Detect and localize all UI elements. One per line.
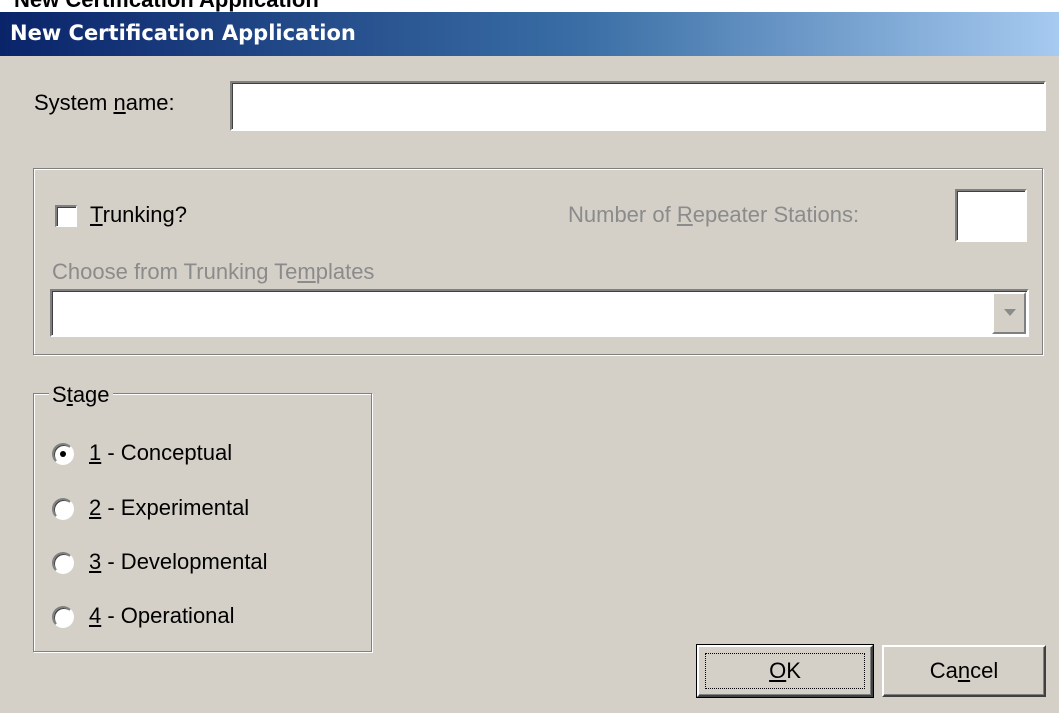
trunking-templates-label: Choose from Trunking Templates (52, 259, 375, 284)
system-name-label: System name: (34, 90, 175, 115)
focus-rect (705, 653, 865, 689)
trunking-label[interactable]: Trunking? (90, 202, 187, 228)
outer-window-caption: New Certification Application (0, 0, 1059, 12)
repeater-stations-input[interactable] (955, 189, 1027, 242)
stage-legend: Stage (49, 382, 113, 408)
ok-button[interactable]: OK (696, 644, 874, 698)
trunking-templates-select[interactable] (50, 289, 1029, 337)
dropdown-arrow-button[interactable] (992, 292, 1026, 334)
stage-radio-conceptual[interactable] (52, 443, 74, 465)
stage-option-operational-label[interactable]: 4 - Operational (89, 603, 235, 629)
outer-window-title: New Certification Application (14, 0, 319, 12)
stage-option-conceptual-label[interactable]: 1 - Conceptual (89, 440, 232, 466)
system-name-input[interactable] (230, 81, 1046, 131)
stage-radio-developmental[interactable] (52, 552, 74, 574)
new-certification-dialog: New Certification Application System nam… (0, 12, 1059, 713)
stage-option-developmental-label[interactable]: 3 - Developmental (89, 549, 268, 575)
dialog-titlebar[interactable]: New Certification Application (0, 12, 1059, 56)
cancel-button[interactable]: Cancel (882, 645, 1046, 697)
chevron-down-icon (1004, 309, 1016, 316)
radio-selected-dot (60, 451, 66, 457)
stage-radio-experimental[interactable] (52, 498, 74, 520)
repeater-stations-label: Number of Repeater Stations: (568, 202, 860, 227)
dialog-title: New Certification Application (10, 21, 356, 45)
stage-option-experimental-label[interactable]: 2 - Experimental (89, 495, 249, 521)
stage-radio-operational[interactable] (52, 606, 74, 628)
trunking-checkbox[interactable] (55, 205, 77, 227)
